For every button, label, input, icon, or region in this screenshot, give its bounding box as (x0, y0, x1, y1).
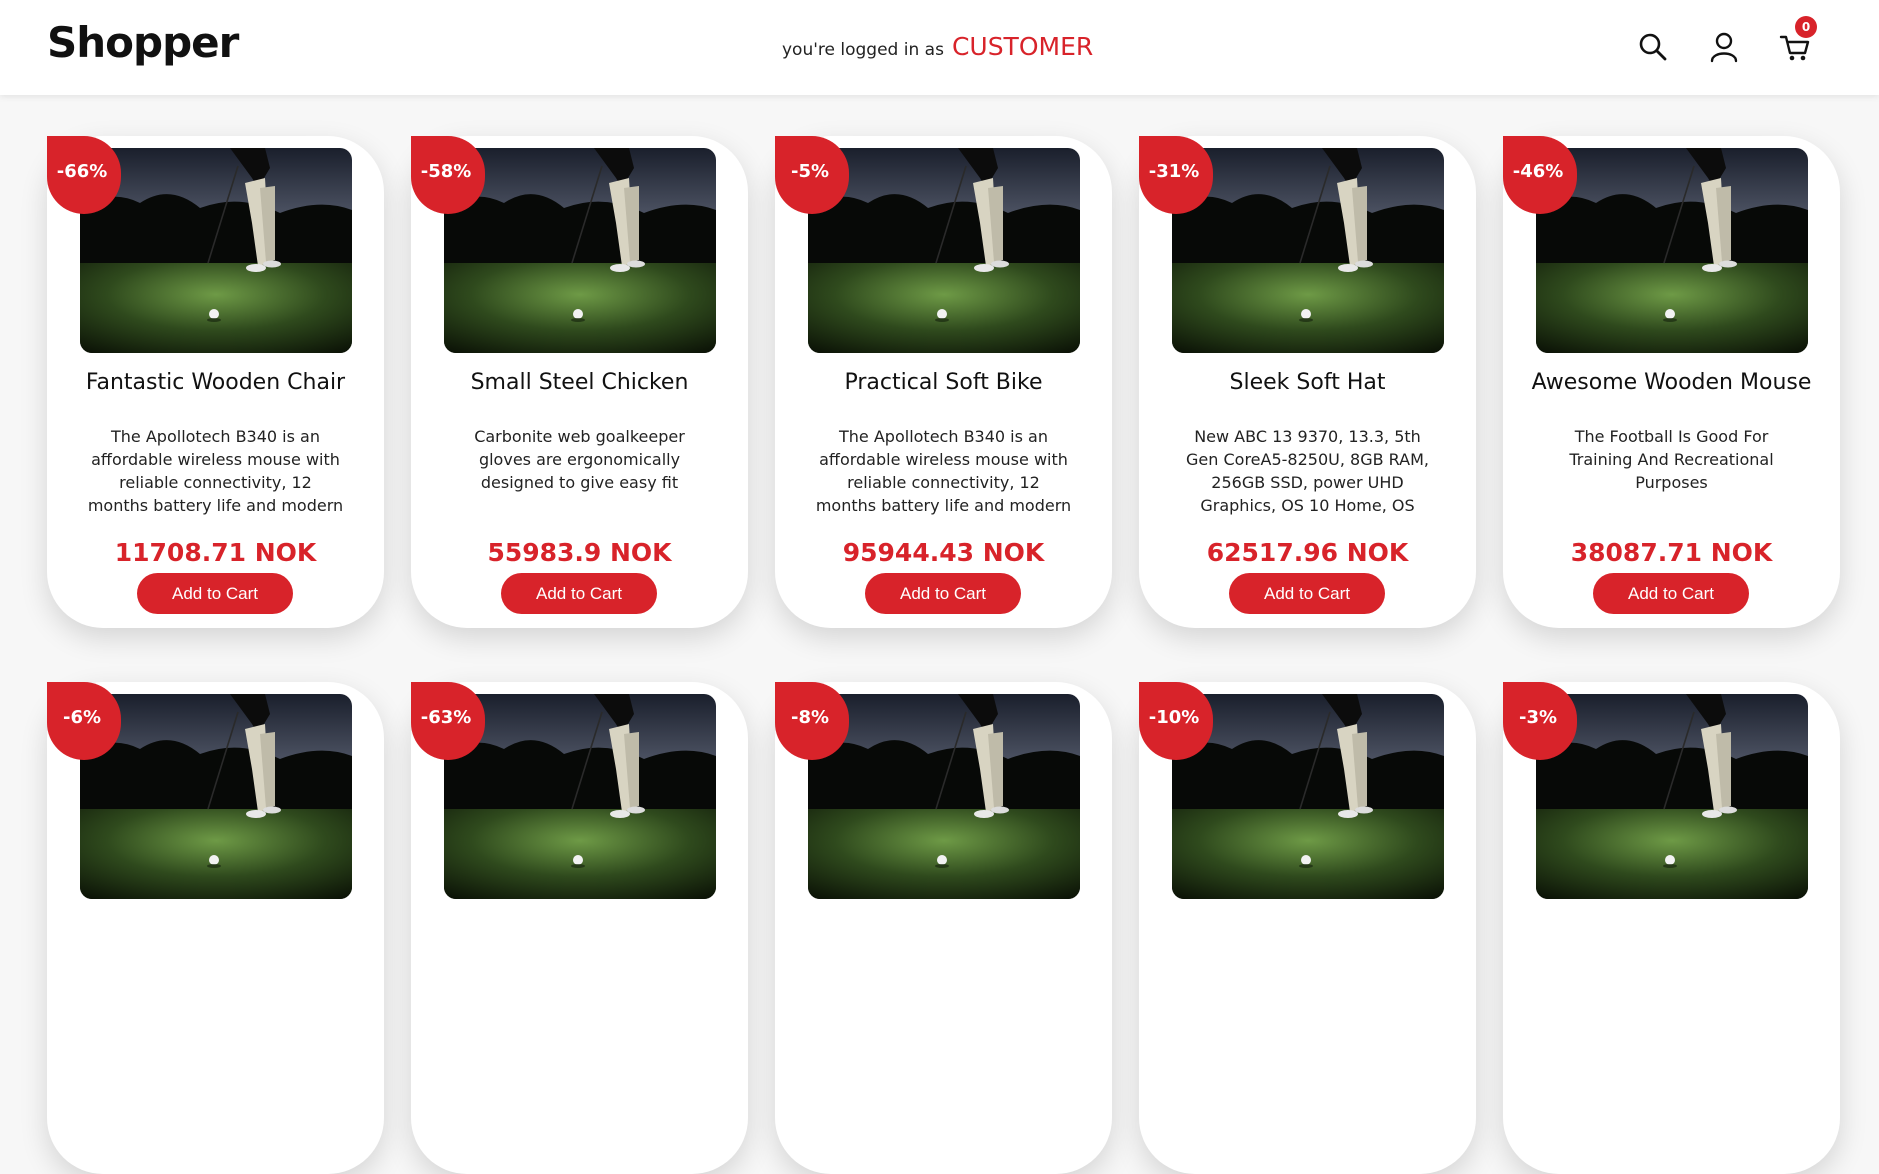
product-title[interactable]: Awesome Wooden Mouse (1503, 370, 1840, 395)
discount-badge: -58% (411, 136, 485, 214)
cart-count-badge: 0 (1795, 16, 1817, 38)
product-card[interactable]: -63% (411, 682, 748, 1174)
product-card[interactable]: -10% (1139, 682, 1476, 1174)
product-title[interactable]: Sleek Soft Hat (1139, 370, 1476, 395)
add-to-cart-button[interactable]: Add to Cart (501, 573, 657, 614)
top-header: Shopper you're logged in as CUSTOMER 0 (0, 0, 1879, 95)
product-title[interactable]: Fantastic Wooden Chair (47, 370, 384, 395)
search-icon[interactable] (1636, 30, 1670, 64)
discount-badge: -46% (1503, 136, 1577, 214)
product-card[interactable]: -58% Small Steel Chicken Carbonite web g… (411, 136, 748, 628)
discount-badge: -6% (47, 682, 121, 760)
add-to-cart-button[interactable]: Add to Cart (137, 573, 293, 614)
product-card[interactable]: -66% Fantastic Wooden Chair The Apollote… (47, 136, 384, 628)
product-card[interactable]: -3% (1503, 682, 1840, 1174)
login-status: you're logged in as CUSTOMER (782, 32, 1093, 61)
product-grid: -66% Fantastic Wooden Chair The Apollote… (47, 136, 1840, 1174)
login-role: CUSTOMER (951, 32, 1094, 61)
product-description: The Football Is Good For Training And Re… (1569, 427, 1774, 492)
product-title[interactable]: Practical Soft Bike (775, 370, 1112, 395)
product-card[interactable]: -6% (47, 682, 384, 1174)
discount-badge: -5% (775, 136, 849, 214)
product-price: 11708.71 NOK (114, 538, 317, 567)
product-description: The Apollotech B340 is an affordable wir… (87, 427, 344, 515)
add-to-cart-button[interactable]: Add to Cart (1229, 573, 1385, 614)
user-icon[interactable] (1707, 30, 1741, 64)
product-description: The Apollotech B340 is an affordable wir… (815, 427, 1072, 515)
discount-badge: -31% (1139, 136, 1213, 214)
login-prefix: you're logged in as (782, 40, 944, 60)
product-description: Carbonite web goalkeeper gloves are ergo… (474, 427, 685, 492)
product-card[interactable]: -46% Awesome Wooden Mouse The Football I… (1503, 136, 1840, 628)
product-title[interactable]: Small Steel Chicken (411, 370, 748, 395)
discount-badge: -63% (411, 682, 485, 760)
product-price: 62517.96 NOK (1206, 538, 1409, 567)
discount-badge: -10% (1139, 682, 1213, 760)
product-price: 38087.71 NOK (1570, 538, 1773, 567)
product-card[interactable]: -8% (775, 682, 1112, 1174)
product-card[interactable]: -31% Sleek Soft Hat New ABC 13 9370, 13.… (1139, 136, 1476, 628)
discount-badge: -3% (1503, 682, 1577, 760)
product-description: New ABC 13 9370, 13.3, 5th Gen CoreA5-82… (1186, 427, 1429, 515)
product-price: 95944.43 NOK (842, 538, 1045, 567)
product-card[interactable]: -5% Practical Soft Bike The Apollotech B… (775, 136, 1112, 628)
add-to-cart-button[interactable]: Add to Cart (865, 573, 1021, 614)
logo[interactable]: Shopper (47, 18, 239, 67)
product-price: 55983.9 NOK (487, 538, 672, 567)
discount-badge: -66% (47, 136, 121, 214)
discount-badge: -8% (775, 682, 849, 760)
add-to-cart-button[interactable]: Add to Cart (1593, 573, 1749, 614)
